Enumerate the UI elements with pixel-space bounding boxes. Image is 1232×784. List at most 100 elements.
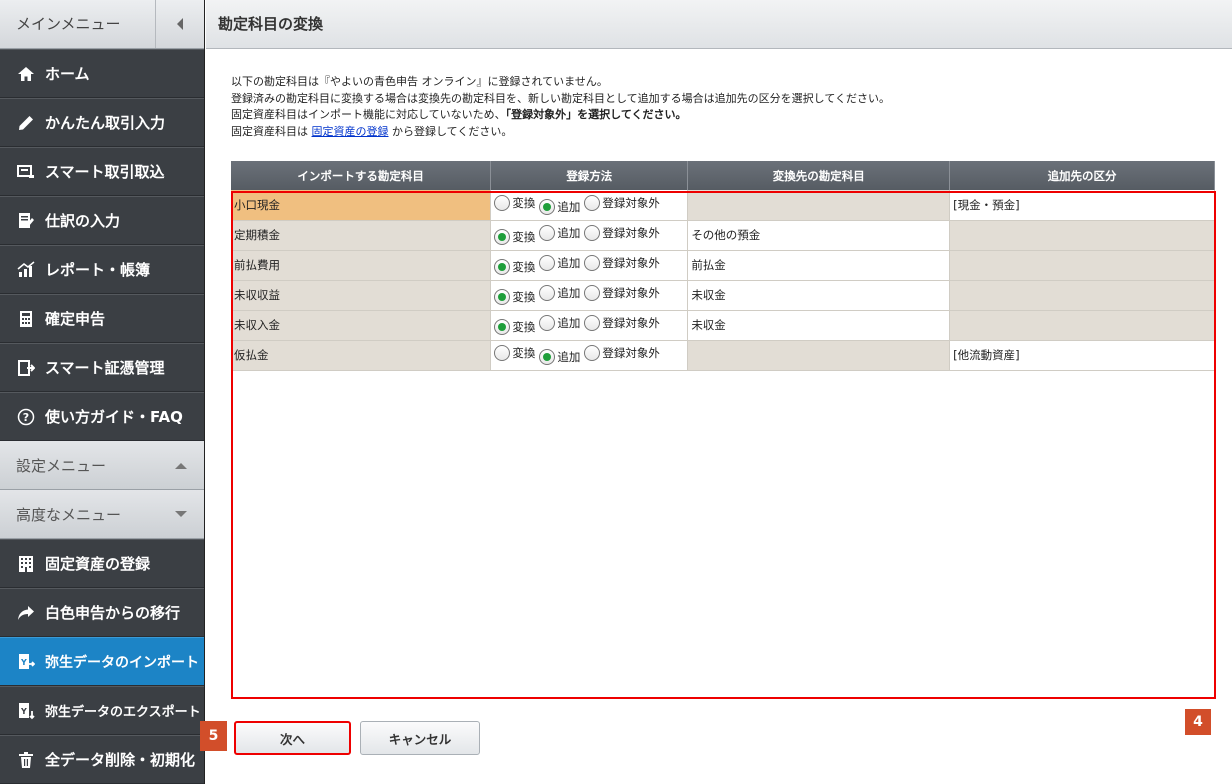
method-radio[interactable]: 追加 — [539, 315, 580, 331]
fixed-asset-link[interactable]: 固定資産の登録 — [312, 125, 389, 138]
radio-button-icon[interactable] — [584, 255, 601, 271]
radio-button-icon[interactable] — [494, 289, 511, 305]
building-icon — [16, 554, 36, 574]
settings-menu-toggle[interactable]: 設定メニュー — [0, 441, 204, 490]
column-header: インポートする勘定科目 — [231, 161, 492, 190]
chevron-up-icon — [175, 462, 187, 469]
sidebar-item-journal[interactable]: 仕訳の入力 — [0, 196, 204, 245]
method-radio[interactable]: 変換 — [494, 319, 535, 335]
radio-button-icon[interactable] — [539, 198, 556, 215]
method-radio[interactable]: 登録対象外 — [584, 345, 660, 361]
method-radio[interactable]: 登録対象外 — [584, 225, 660, 241]
sidebar-header: メインメニュー — [0, 0, 204, 49]
sidebar-item-migration[interactable]: 白色申告からの移行 — [0, 588, 204, 637]
method-radio[interactable]: 登録対象外 — [584, 285, 660, 301]
radio-label: 追加 — [557, 199, 581, 214]
radio-label: 変換 — [512, 346, 536, 360]
method-radio[interactable]: 登録対象外 — [584, 194, 660, 211]
target-account-cell[interactable]: 前払金 — [687, 250, 951, 281]
method-radio[interactable]: 追加 — [539, 198, 581, 215]
target-account-cell — [687, 340, 951, 371]
radio-label: 追加 — [557, 256, 581, 270]
sidebar-item-label: 固定資産の登録 — [45, 555, 151, 573]
advanced-menu-label: 高度なメニュー — [16, 505, 122, 524]
sidebar-item-delete-all[interactable]: 全データ削除・初期化 — [0, 735, 204, 784]
chart-icon — [16, 260, 36, 280]
data-export-icon: Y — [16, 701, 36, 721]
radio-label: 変換 — [512, 195, 536, 210]
chevron-left-icon — [177, 18, 183, 30]
sidebar-item-yayoi-import[interactable]: Y 弥生データのインポート — [0, 637, 204, 686]
sidebar-item-yayoi-export[interactable]: Y 弥生データのエクスポート — [0, 686, 204, 735]
radio-button-icon[interactable] — [494, 345, 511, 361]
sidebar-item-home[interactable]: ホーム — [0, 49, 204, 98]
collapse-sidebar-button[interactable] — [156, 0, 204, 48]
sidebar-item-guide[interactable]: ? 使い方ガイド・FAQ — [0, 392, 204, 441]
radio-label: 登録対象外 — [602, 256, 660, 270]
radio-button-icon[interactable] — [584, 315, 601, 331]
sidebar-item-smart-import[interactable]: スマート取引取込 — [0, 147, 204, 196]
help-icon: ? — [16, 407, 36, 427]
sidebar-item-reports[interactable]: レポート・帳簿 — [0, 245, 204, 294]
method-radio[interactable]: 追加 — [539, 255, 580, 271]
radio-button-icon[interactable] — [539, 285, 556, 301]
table-row[interactable]: 未収収益 変換 追加 登録対象外 未収金 — [231, 280, 1215, 311]
target-account-cell[interactable]: その他の預金 — [687, 220, 951, 251]
settings-menu-label: 設定メニュー — [16, 456, 107, 475]
sidebar-item-tax-return[interactable]: 確定申告 — [0, 294, 204, 343]
instruction-line: 登録済みの勘定科目に変換する場合は変換先の勘定科目を、新しい勘定科目として追加す… — [231, 91, 891, 105]
target-account-cell[interactable]: 未収金 — [687, 280, 951, 311]
radio-button-icon[interactable] — [584, 194, 601, 211]
destination-class-cell — [949, 250, 1215, 281]
method-radio[interactable]: 登録対象外 — [584, 315, 660, 331]
import-account-cell: 定期積金 — [231, 220, 492, 251]
radio-label: 変換 — [512, 290, 536, 304]
method-radio[interactable]: 変換 — [494, 194, 536, 211]
radio-button-icon[interactable] — [584, 345, 601, 361]
radio-button-icon[interactable] — [494, 259, 511, 275]
instruction-text: 固定資産科目はインポート機能に対応していないため、 — [231, 108, 506, 121]
step-badge: 5 — [200, 721, 227, 751]
destination-class-cell[interactable]: [現金・預金] — [949, 190, 1215, 221]
target-account-cell[interactable]: 未収金 — [687, 310, 951, 341]
advanced-menu-toggle[interactable]: 高度なメニュー — [0, 490, 204, 539]
radio-button-icon[interactable] — [539, 225, 556, 241]
sidebar-item-easy-entry[interactable]: かんたん取引入力 — [0, 98, 204, 147]
table-row[interactable]: 仮払金 変換 追加 登録対象外 [他流動資産] — [231, 340, 1215, 371]
method-radio[interactable]: 変換 — [494, 229, 535, 245]
cancel-button[interactable]: キャンセル — [360, 721, 480, 755]
table-row[interactable]: 小口現金 変換 追加 登録対象外 [現金・預金] — [231, 190, 1215, 221]
table-row[interactable]: 前払費用 変換 追加 登録対象外 前払金 — [231, 250, 1215, 281]
radio-button-icon[interactable] — [494, 319, 511, 335]
radio-button-icon[interactable] — [584, 225, 601, 241]
method-radio[interactable]: 追加 — [539, 285, 580, 301]
method-radio[interactable]: 追加 — [539, 349, 580, 365]
method-radio[interactable]: 変換 — [494, 259, 535, 275]
radio-button-icon[interactable] — [584, 285, 601, 301]
method-radio[interactable]: 登録対象外 — [584, 255, 660, 271]
sidebar-item-label: レポート・帳簿 — [45, 261, 151, 279]
method-radio[interactable]: 追加 — [539, 225, 580, 241]
sidebar-item-fixed-assets[interactable]: 固定資産の登録 — [0, 539, 204, 588]
table-row[interactable]: 未収入金 変換 追加 登録対象外 未収金 — [231, 310, 1215, 341]
radio-button-icon[interactable] — [539, 349, 556, 365]
radio-label: 登録対象外 — [602, 316, 660, 330]
next-button[interactable]: 次へ — [234, 721, 351, 755]
radio-button-icon[interactable] — [539, 315, 556, 331]
radio-button-icon[interactable] — [494, 229, 511, 245]
radio-button-icon[interactable] — [539, 255, 556, 271]
sidebar-item-smart-voucher[interactable]: スマート証憑管理 — [0, 343, 204, 392]
column-header: 追加先の区分 — [949, 161, 1215, 190]
destination-class-cell — [949, 220, 1215, 251]
table-row[interactable]: 定期積金 変換 追加 登録対象外 その他の預金 — [231, 220, 1215, 251]
method-radio[interactable]: 変換 — [494, 345, 535, 361]
method-radio[interactable]: 変換 — [494, 289, 535, 305]
destination-class-cell[interactable]: [他流動資産] — [949, 340, 1215, 371]
instructions: 以下の勘定科目は『やよいの青色申告 オンライン』に登録されていません。 登録済み… — [231, 74, 890, 140]
share-arrow-icon — [16, 603, 36, 623]
radio-button-icon[interactable] — [494, 194, 511, 211]
sidebar-item-label: 全データ削除・初期化 — [45, 751, 196, 769]
main-content: 勘定科目の変換 以下の勘定科目は『やよいの青色申告 オンライン』に登録されていま… — [200, 0, 1232, 784]
sidebar-item-label: 白色申告からの移行 — [45, 604, 181, 622]
document-icon — [16, 358, 36, 378]
